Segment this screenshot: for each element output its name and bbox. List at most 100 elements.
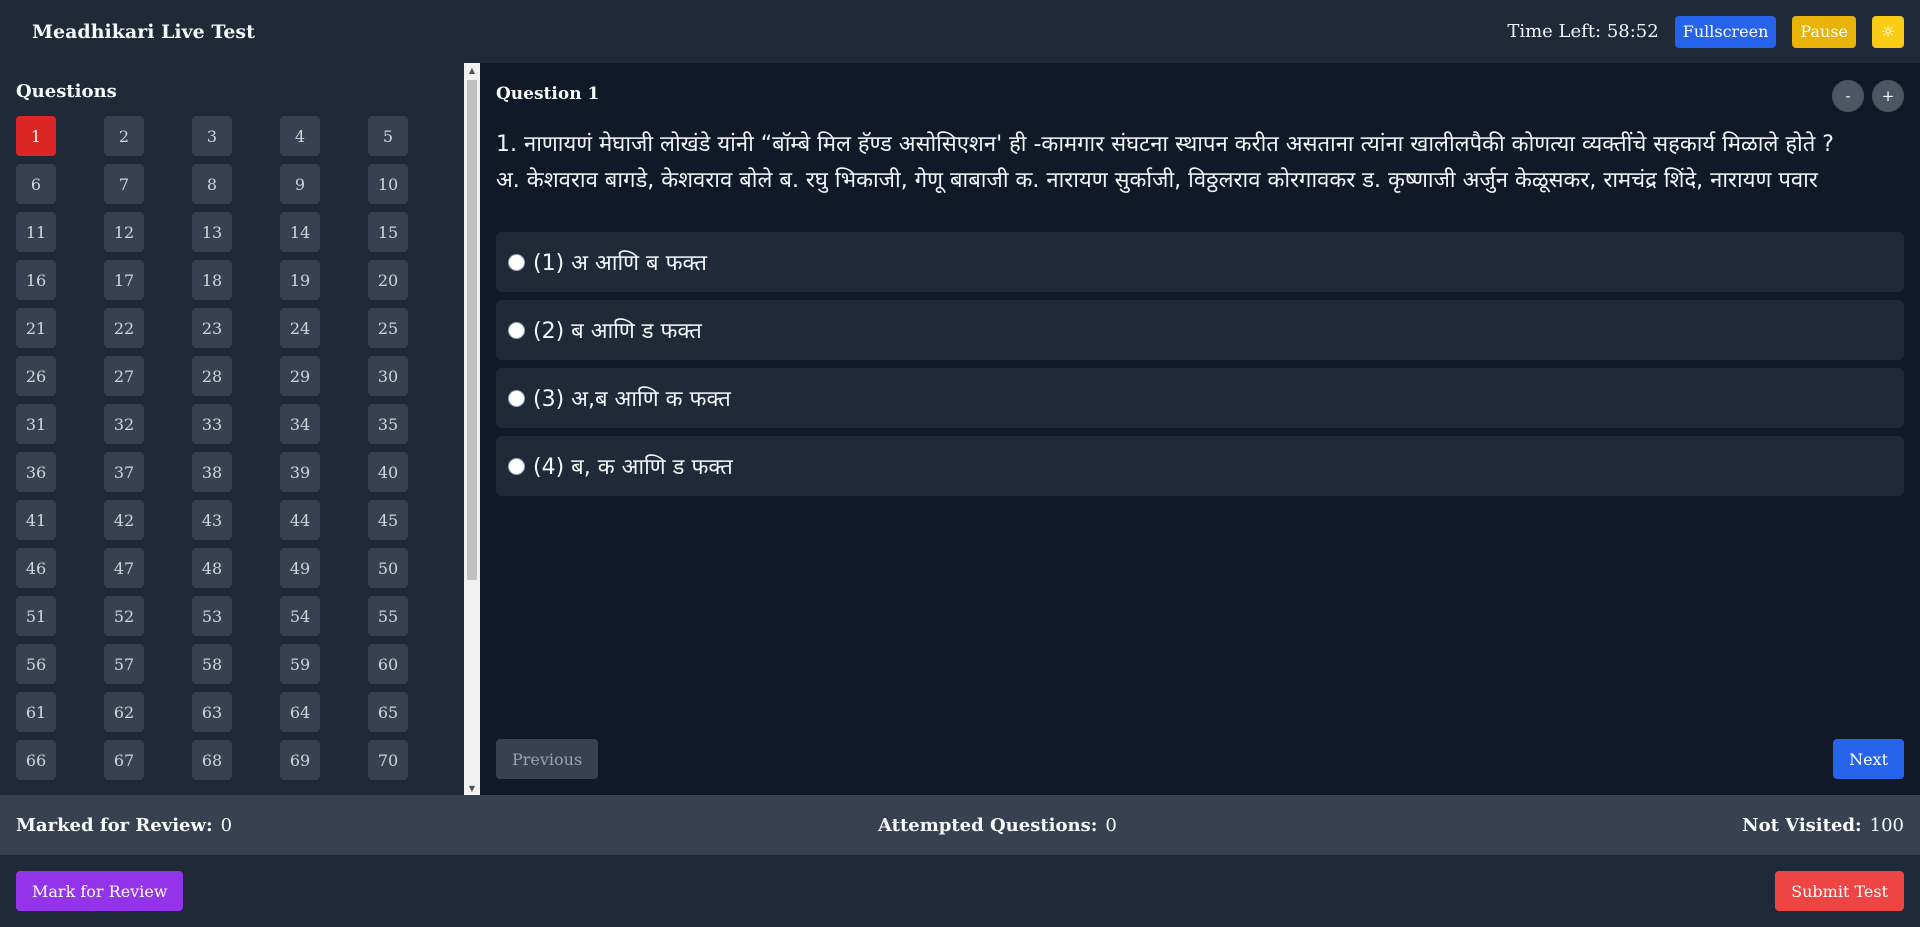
pause-button[interactable]: Pause: [1792, 15, 1856, 48]
question-number-6[interactable]: 6: [16, 164, 56, 204]
question-number-13[interactable]: 13: [192, 212, 232, 252]
question-number-24[interactable]: 24: [280, 308, 320, 348]
palette-scrollbar[interactable]: ▲ ▼: [464, 63, 480, 795]
option-2[interactable]: (2) ब आणि ड फक्त: [496, 300, 1904, 360]
question-number-9[interactable]: 9: [280, 164, 320, 204]
question-number-21[interactable]: 21: [16, 308, 56, 348]
question-number-14[interactable]: 14: [280, 212, 320, 252]
question-number-52[interactable]: 52: [104, 596, 144, 636]
question-number-42[interactable]: 42: [104, 500, 144, 540]
question-number-31[interactable]: 31: [16, 404, 56, 444]
question-number-10[interactable]: 10: [368, 164, 408, 204]
question-number-60[interactable]: 60: [368, 644, 408, 684]
question-number-47[interactable]: 47: [104, 548, 144, 588]
question-number-61[interactable]: 61: [16, 692, 56, 732]
stat-value: 100: [1869, 814, 1904, 836]
question-number-27[interactable]: 27: [104, 356, 144, 396]
radio-button[interactable]: [508, 321, 525, 339]
question-number-35[interactable]: 35: [368, 404, 408, 444]
submit-test-button[interactable]: Submit Test: [1775, 871, 1904, 911]
question-number-49[interactable]: 49: [280, 548, 320, 588]
question-number-66[interactable]: 66: [16, 740, 56, 780]
question-number-55[interactable]: 55: [368, 596, 408, 636]
palette-title: Questions: [16, 81, 117, 102]
question-number-3[interactable]: 3: [192, 116, 232, 156]
question-number-40[interactable]: 40: [368, 452, 408, 492]
next-button[interactable]: Next: [1833, 739, 1904, 779]
question-number-36[interactable]: 36: [16, 452, 56, 492]
question-number-37[interactable]: 37: [104, 452, 144, 492]
question-number-64[interactable]: 64: [280, 692, 320, 732]
question-number-2[interactable]: 2: [104, 116, 144, 156]
radio-button[interactable]: [508, 253, 525, 271]
question-number-12[interactable]: 12: [104, 212, 144, 252]
question-number-34[interactable]: 34: [280, 404, 320, 444]
option-4[interactable]: (4) ब, क आणि ड फक्त: [496, 436, 1904, 496]
question-number-22[interactable]: 22: [104, 308, 144, 348]
question-number-38[interactable]: 38: [192, 452, 232, 492]
question-number-30[interactable]: 30: [368, 356, 408, 396]
question-number-29[interactable]: 29: [280, 356, 320, 396]
question-number-4[interactable]: 4: [280, 116, 320, 156]
mark-for-review-button[interactable]: Mark for Review: [16, 871, 184, 911]
question-number-53[interactable]: 53: [192, 596, 232, 636]
previous-button[interactable]: Previous: [496, 739, 599, 779]
question-number-25[interactable]: 25: [368, 308, 408, 348]
question-number-68[interactable]: 68: [192, 740, 232, 780]
question-number-16[interactable]: 16: [16, 260, 56, 300]
question-number-17[interactable]: 17: [104, 260, 144, 300]
top-bar: Meadhikari Live Test Time Left: 58:52 Fu…: [0, 0, 1920, 63]
zoom-in-button[interactable]: +: [1872, 80, 1904, 112]
attempted-stat: Attempted Questions: 0: [878, 815, 1117, 836]
scroll-thumb[interactable]: [467, 80, 477, 580]
question-number-70[interactable]: 70: [368, 740, 408, 780]
option-1[interactable]: (1) अ आणि ब फक्त: [496, 232, 1904, 292]
question-number-26[interactable]: 26: [16, 356, 56, 396]
question-number-7[interactable]: 7: [104, 164, 144, 204]
question-number-11[interactable]: 11: [16, 212, 56, 252]
theme-toggle-button[interactable]: ☼: [1872, 15, 1904, 48]
question-number-1[interactable]: 1: [16, 116, 56, 156]
question-number-67[interactable]: 67: [104, 740, 144, 780]
question-number-62[interactable]: 62: [104, 692, 144, 732]
zoom-out-button[interactable]: -: [1832, 80, 1864, 112]
question-number-33[interactable]: 33: [192, 404, 232, 444]
question-number-58[interactable]: 58: [192, 644, 232, 684]
question-number-54[interactable]: 54: [280, 596, 320, 636]
question-number-39[interactable]: 39: [280, 452, 320, 492]
question-panel: Question 1 - + 1. नाणायणं मेघाजी लोखंडे …: [480, 63, 1920, 795]
question-number-63[interactable]: 63: [192, 692, 232, 732]
question-number-59[interactable]: 59: [280, 644, 320, 684]
question-number-43[interactable]: 43: [192, 500, 232, 540]
scroll-down-arrow-icon[interactable]: ▼: [464, 781, 480, 795]
question-number-19[interactable]: 19: [280, 260, 320, 300]
question-number-65[interactable]: 65: [368, 692, 408, 732]
question-number-28[interactable]: 28: [192, 356, 232, 396]
question-number-5[interactable]: 5: [368, 116, 408, 156]
radio-button[interactable]: [508, 457, 525, 475]
question-number-8[interactable]: 8: [192, 164, 232, 204]
question-number-18[interactable]: 18: [192, 260, 232, 300]
fullscreen-button[interactable]: Fullscreen: [1674, 15, 1777, 48]
app-title: Meadhikari Live Test: [32, 20, 255, 43]
question-number-41[interactable]: 41: [16, 500, 56, 540]
question-number-57[interactable]: 57: [104, 644, 144, 684]
question-number-23[interactable]: 23: [192, 308, 232, 348]
question-number-46[interactable]: 46: [16, 548, 56, 588]
question-number-56[interactable]: 56: [16, 644, 56, 684]
question-number-69[interactable]: 69: [280, 740, 320, 780]
question-number-44[interactable]: 44: [280, 500, 320, 540]
option-label: (1) अ आणि ब फक्त: [533, 251, 707, 276]
question-number-48[interactable]: 48: [192, 548, 232, 588]
radio-button[interactable]: [508, 389, 525, 407]
question-number-50[interactable]: 50: [368, 548, 408, 588]
option-3[interactable]: (3) अ,ब आणि क फक्त: [496, 368, 1904, 428]
option-label: (3) अ,ब आणि क फक्त: [533, 387, 731, 412]
question-number-20[interactable]: 20: [368, 260, 408, 300]
question-number-51[interactable]: 51: [16, 596, 56, 636]
question-number-45[interactable]: 45: [368, 500, 408, 540]
question-number-32[interactable]: 32: [104, 404, 144, 444]
scroll-up-arrow-icon[interactable]: ▲: [464, 63, 480, 77]
question-number-15[interactable]: 15: [368, 212, 408, 252]
stat-label: Marked for Review:: [16, 814, 213, 836]
